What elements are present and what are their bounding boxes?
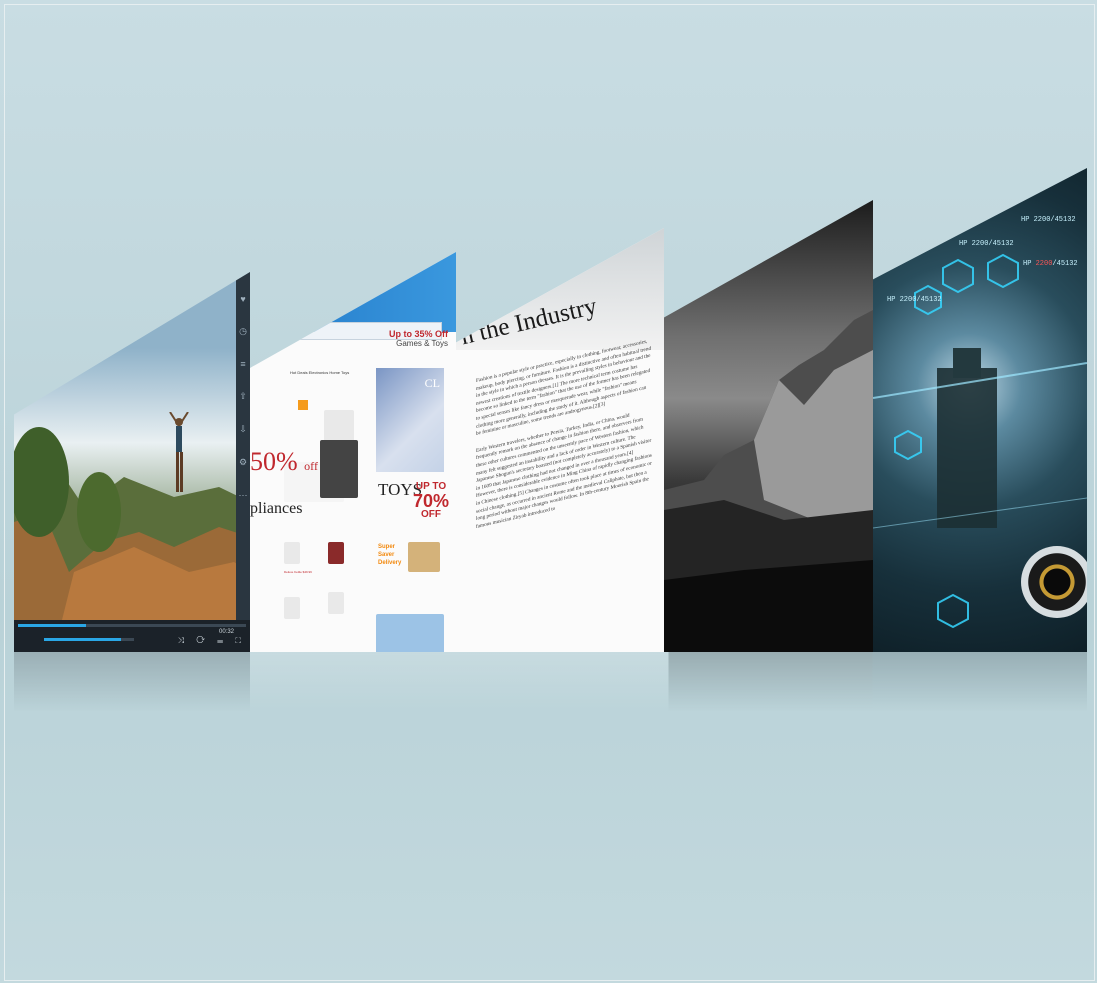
settings-icon[interactable]: ⚙ [236,457,250,468]
floor-reflection [14,652,1087,712]
camera-lens-icon [1021,546,1087,618]
fashion-ad-text: CL [424,376,440,390]
player-sidebar: ♥ ◷ ≡ ⇧ ⇩ ⚙ ⋯ [236,272,250,622]
appliances-label: pliances [250,500,303,517]
article-body: Fashion is a popular style or practice, … [476,337,652,540]
video-player-screen: ♥ ◷ ≡ ⇧ ⇩ ⚙ ⋯ 00:32 ⤨ ⟳ ☰ ⛶ [14,272,250,652]
fashion-ad[interactable]: CL [376,368,444,472]
volume-level [44,638,121,641]
download-icon[interactable]: ⇩ [236,424,250,435]
product-image[interactable] [328,592,344,614]
delivery-promo[interactable]: Super Saver Delivery [378,544,408,567]
hp-readout: HP 2200/45132 [1021,216,1076,224]
product-image[interactable] [320,440,358,498]
category-nav[interactable]: Hot Deals Electronics Home Toys [290,370,372,382]
box-image [408,542,440,572]
product-image[interactable] [328,542,344,564]
promo-subtitle: Games & Toys [396,338,448,348]
control-icons[interactable]: ⤨ ⟳ ☰ ⛶ [178,636,246,646]
promo-banner[interactable]: Up to 35% Off Games & Toys [374,329,448,349]
product-image[interactable] [284,542,300,564]
time-display: 00:32 [218,629,234,635]
player-controls: 00:32 ⤨ ⟳ ☰ ⛶ [14,620,250,652]
product-image[interactable] [284,597,300,619]
browser-titlebar [250,252,456,332]
share-icon[interactable]: ⇧ [236,391,250,402]
more-icon[interactable]: ⋯ [236,490,250,501]
hp-readout: HP 2200/45132 [1023,260,1078,268]
sale-percent: 50% off [250,447,318,476]
seek-progress [18,624,87,627]
mountain-scene-image [14,427,250,652]
mountain-photo-screen [664,200,873,652]
shopping-page-screen: Up to 35% Off Games & Toys Hot Deals Ele… [250,252,456,652]
banner-image[interactable] [376,614,444,652]
history-icon[interactable]: ◷ [236,326,250,337]
playlist-icon[interactable]: ≡ [236,359,250,369]
article-screen: n the Industry Fashion is a popular styl… [456,228,664,652]
volume-slider[interactable] [44,638,134,641]
hp-readout: HP 2200/45132 [887,296,942,304]
seek-bar[interactable] [18,624,246,627]
product-price: Deluxe Kettle $49.99 [284,570,312,574]
mountain-photo [664,310,873,652]
search-button[interactable] [298,400,308,410]
game-screen: HP 2200/45132 HP 2200/45132 HP 2200/4513… [873,168,1087,652]
person-figure [169,412,189,492]
favorite-icon[interactable]: ♥ [236,294,250,304]
toys-discount: UP TO 70% OFF [413,481,450,520]
hp-readout: HP 2200/45132 [959,240,1014,248]
